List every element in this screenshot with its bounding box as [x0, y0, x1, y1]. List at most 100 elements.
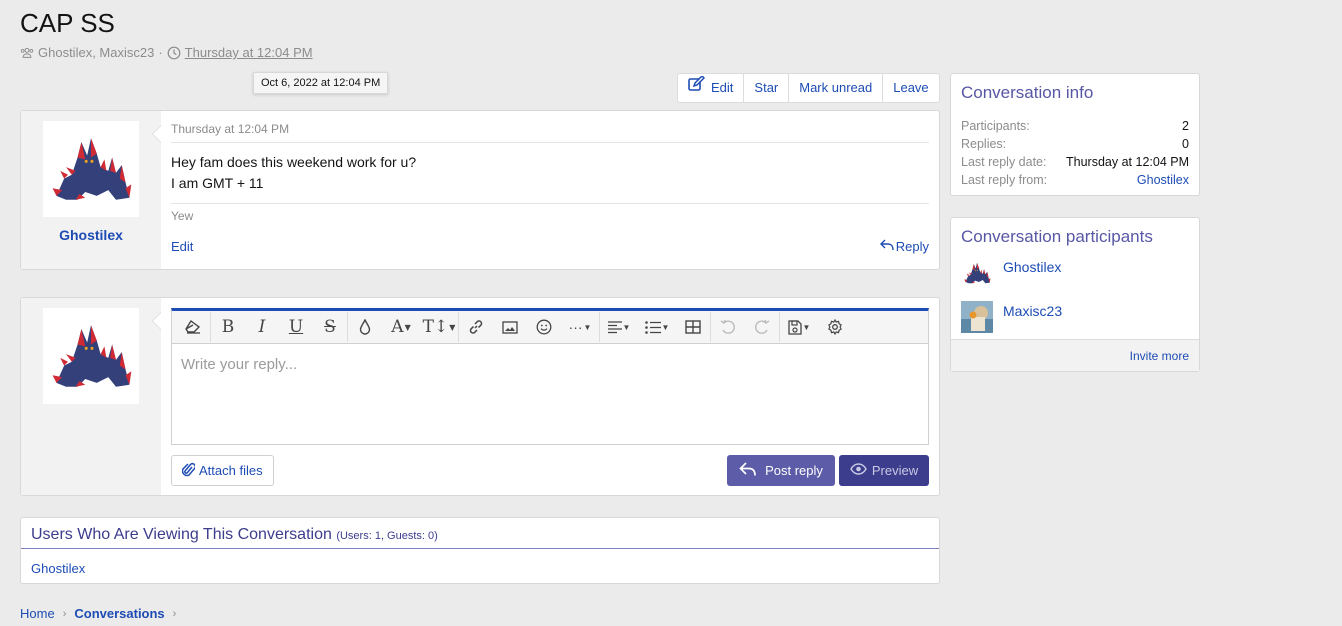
message-user-column: Ghostilex — [21, 111, 161, 269]
participants-list: Ghostilex Maxisc23 — [951, 247, 1199, 345]
message-author-link[interactable]: Ghostilex — [21, 227, 161, 243]
meta-separator: · — [158, 45, 163, 60]
editor-toolbar: B I U S A ▼ T↕ ▼ ··· ▼ ▼ ▼ ▼ — [172, 311, 928, 344]
rich-text-editor: B I U S A ▼ T↕ ▼ ··· ▼ ▼ ▼ ▼ Write your rep… — [171, 308, 929, 445]
avatar[interactable] — [43, 308, 139, 404]
info-label: Last reply date: — [961, 155, 1047, 169]
underline-icon[interactable]: U — [279, 312, 313, 342]
reply-arrow — [152, 312, 161, 330]
info-label: Participants: — [961, 119, 1030, 133]
page-title: CAP SS — [20, 8, 115, 38]
message-edit-link[interactable]: Edit — [171, 239, 193, 254]
message-arrow — [152, 125, 161, 143]
start-time-link[interactable]: Thursday at 12:04 PM — [185, 45, 313, 60]
date-tooltip: Oct 6, 2022 at 12:04 PM — [253, 72, 389, 94]
image-icon[interactable] — [493, 312, 527, 342]
users-viewing-counts: (Users: 1, Guests: 0) — [336, 530, 438, 542]
list-icon[interactable]: ▼ — [638, 312, 676, 342]
info-row-last-reply-date: Last reply date: Thursday at 12:04 PM — [961, 153, 1189, 171]
reply-icon — [879, 239, 894, 254]
post-reply-button[interactable]: Post reply — [727, 455, 835, 486]
edit-conversation-button[interactable]: Edit — [678, 74, 743, 102]
leave-button[interactable]: Leave — [882, 74, 938, 102]
eye-icon — [850, 463, 867, 478]
edit-label: Edit — [711, 80, 734, 95]
smilies-icon[interactable] — [527, 312, 561, 342]
remove-format-icon[interactable] — [176, 312, 210, 342]
message: Ghostilex Thursday at 12:04 PM Hey fam d… — [20, 110, 940, 270]
participant-item: Ghostilex — [951, 257, 1199, 301]
star-button[interactable]: Star — [743, 74, 788, 102]
message-line: I am GMT + 11 — [171, 175, 264, 191]
paperclip-icon — [181, 462, 197, 480]
conversation-info-list: Participants: 2 Replies: 0 Last reply da… — [951, 103, 1199, 189]
info-row-replies: Replies: 0 — [961, 135, 1189, 153]
settings-gear-icon[interactable] — [818, 312, 852, 342]
post-reply-label: Post reply — [765, 463, 823, 478]
message-signature: Yew — [171, 203, 929, 223]
quick-reply: B I U S A ▼ T↕ ▼ ··· ▼ ▼ ▼ ▼ Write your rep… — [20, 297, 940, 496]
reply-label: Reply — [895, 239, 929, 254]
font-family-icon[interactable]: A ▼ — [382, 312, 420, 342]
chevron-right-icon: › — [172, 607, 177, 620]
info-row-participants: Participants: 2 — [961, 117, 1189, 135]
info-label: Replies: — [961, 137, 1007, 151]
undo-icon[interactable] — [711, 312, 745, 342]
participants-footer: Invite more — [951, 339, 1199, 371]
preview-button[interactable]: Preview — [839, 455, 929, 486]
info-label: Last reply from: — [961, 173, 1048, 187]
drafts-icon[interactable]: ▼ — [780, 312, 818, 342]
conversation-actions: Edit Star Mark unread Leave — [677, 73, 940, 103]
conversation-info-title: Conversation info — [961, 83, 1094, 102]
strikethrough-icon[interactable]: S — [313, 312, 347, 342]
message-main: Thursday at 12:04 PM Hey fam does this w… — [171, 111, 929, 269]
attach-label: Attach files — [199, 463, 263, 478]
participant-avatar[interactable] — [961, 301, 993, 333]
info-value: 2 — [1182, 119, 1189, 133]
breadcrumb-home[interactable]: Home — [20, 606, 55, 621]
edit-icon — [688, 74, 706, 102]
clock-icon — [167, 46, 181, 60]
align-icon[interactable]: ▼ — [600, 312, 638, 342]
message-body: Hey fam does this weekend work for u? I … — [171, 152, 416, 194]
conversation-participants-panel: Conversation participants Ghostilex Maxi… — [950, 217, 1200, 372]
reply-icon — [739, 461, 757, 480]
last-reply-user-link[interactable]: Ghostilex — [1137, 171, 1189, 189]
breadcrumb-conversations[interactable]: Conversations — [74, 606, 164, 621]
avatar[interactable] — [43, 121, 139, 217]
participant-name-link[interactable]: Ghostilex — [1003, 259, 1061, 275]
reply-user-column — [21, 298, 161, 495]
conversation-info-panel: Conversation info Participants: 2 Replie… — [950, 73, 1200, 196]
message-reply-button[interactable]: Reply — [879, 239, 929, 254]
breadcrumb: Home › Conversations › — [20, 606, 176, 621]
users-viewing-header: Users Who Are Viewing This Conversation … — [21, 518, 939, 549]
preview-label: Preview — [871, 463, 919, 478]
font-size-icon[interactable]: T↕ ▼ — [420, 312, 458, 342]
redo-icon[interactable] — [745, 312, 779, 342]
participant-avatar[interactable] — [961, 257, 993, 289]
attach-files-button[interactable]: Attach files — [171, 455, 274, 486]
users-viewing-list: Ghostilex — [21, 549, 939, 588]
participant-name-link[interactable]: Maxisc23 — [1003, 303, 1062, 319]
message-line: Hey fam does this weekend work for u? — [171, 154, 417, 170]
info-value[interactable]: Thursday at 12:04 PM — [1066, 153, 1189, 171]
chevron-right-icon: › — [62, 607, 67, 620]
link-icon[interactable] — [459, 312, 493, 342]
invite-more-link[interactable]: Invite more — [1130, 349, 1189, 363]
text-color-icon[interactable] — [348, 312, 382, 342]
conversation-meta: Ghostilex, Maxisc23 · Thursday at 12:04 … — [20, 45, 313, 60]
participants-list: Ghostilex, Maxisc23 — [38, 45, 155, 60]
participants-title: Conversation participants — [961, 227, 1153, 246]
info-value: 0 — [1182, 137, 1189, 151]
reply-input[interactable]: Write your reply... — [172, 344, 928, 385]
more-options-icon[interactable]: ··· ▼ — [561, 312, 599, 342]
message-date[interactable]: Thursday at 12:04 PM — [171, 122, 929, 143]
bold-icon[interactable]: B — [211, 312, 245, 342]
viewing-user-link[interactable]: Ghostilex — [31, 561, 85, 576]
users-viewing-block: Users Who Are Viewing This Conversation … — [20, 517, 940, 584]
mark-unread-button[interactable]: Mark unread — [788, 74, 882, 102]
table-icon[interactable] — [676, 312, 710, 342]
users-viewing-title: Users Who Are Viewing This Conversation — [31, 526, 332, 543]
italic-icon[interactable]: I — [245, 312, 279, 342]
info-row-last-reply-from: Last reply from: Ghostilex — [961, 171, 1189, 189]
